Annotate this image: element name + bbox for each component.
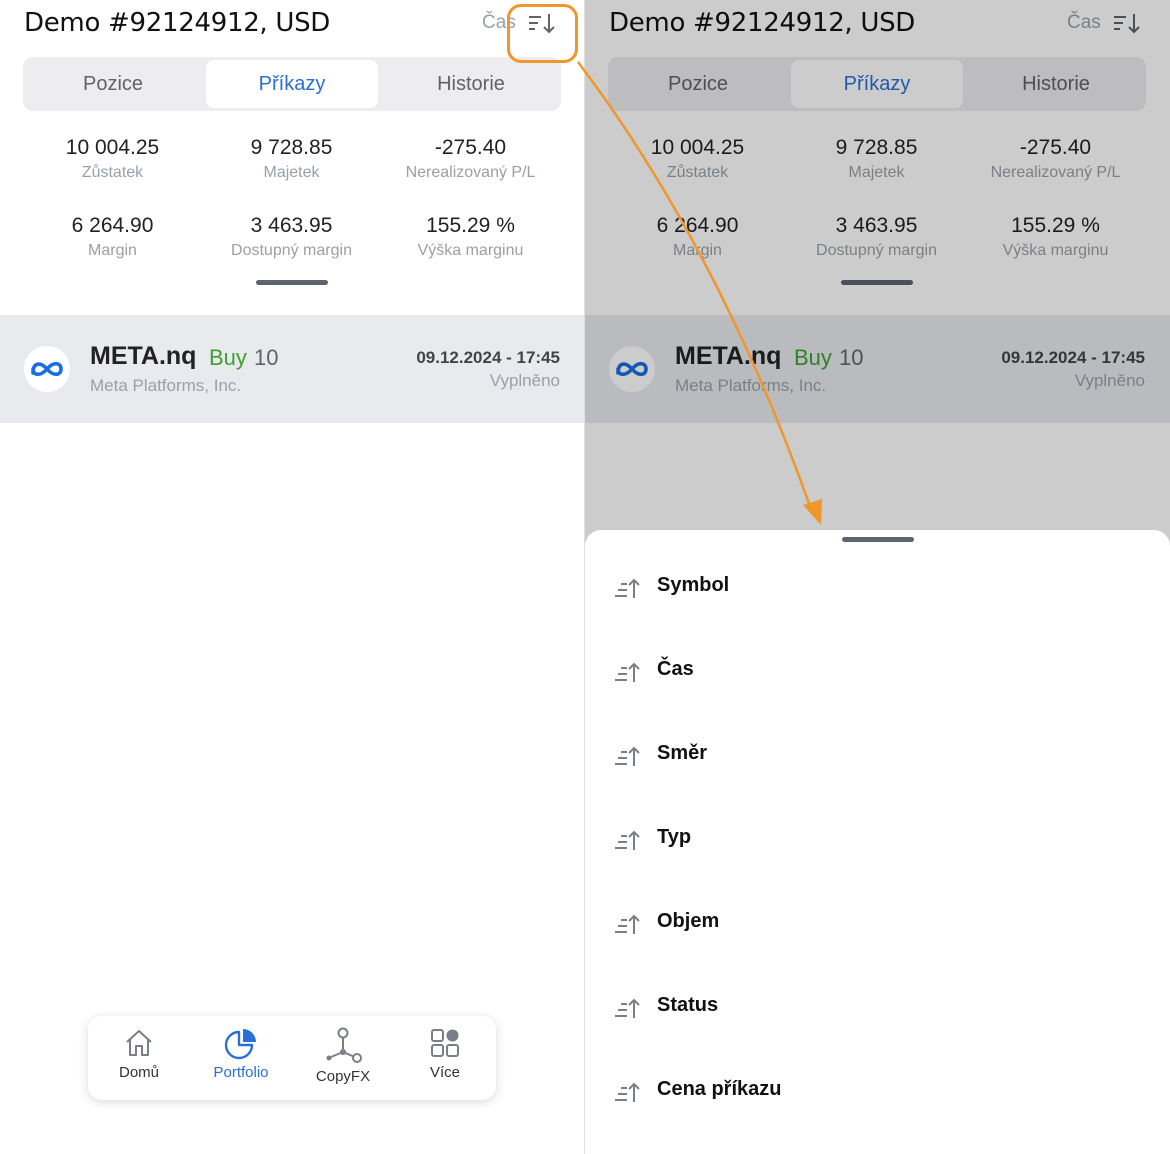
segmented-tabs: Pozice Příkazy Historie [23, 57, 561, 111]
sort-ascending-icon [615, 578, 640, 598]
sort-option-type[interactable]: Typ [585, 810, 1170, 870]
order-direction: Buy [209, 345, 247, 370]
nav-copyfx[interactable]: CopyFX [292, 1026, 394, 1090]
sort-option-label: Cena příkazu [657, 1078, 782, 1100]
nav-portfolio[interactable]: Portfolio [190, 1026, 292, 1090]
grid-icon [431, 1029, 459, 1057]
nav-label: Portfolio [213, 1064, 269, 1081]
stat-value: 10 004.25 [65, 136, 160, 159]
stat-margin-level: 155.29 % Výška marginu [381, 214, 560, 260]
order-status: Vyplněno [489, 371, 560, 390]
account-title: Demo #92124912, USD [24, 8, 331, 38]
sort-option-label: Objem [657, 910, 720, 932]
sort-option-label: Symbol [657, 574, 730, 596]
order-company: Meta Platforms, Inc. [90, 376, 242, 395]
tab-pozice[interactable]: Pozice [27, 60, 199, 108]
bottom-navigation: Domů Portfolio CopyFX Více [88, 1016, 496, 1100]
stat-equity: 9 728.85 Majetek [202, 136, 381, 182]
sort-option-label: Status [657, 994, 719, 1016]
sort-option-time[interactable]: Čas [585, 642, 1170, 702]
right-screen: Demo #92124912, USD Čas Pozice Příkazy H… [585, 0, 1170, 1154]
order-volume: 10 [254, 345, 279, 370]
order-row[interactable]: META.nq Buy 10 Meta Platforms, Inc. 09.1… [0, 315, 585, 423]
nav-home[interactable]: Domů [88, 1026, 190, 1090]
stat-value: 155.29 % [426, 214, 515, 237]
sort-ascending-icon [615, 1082, 640, 1102]
home-icon [126, 1030, 152, 1056]
sort-option-direction[interactable]: Směr [585, 726, 1170, 786]
sort-ascending-icon [615, 998, 640, 1018]
nav-label: Více [429, 1064, 460, 1081]
sort-option-label: Typ [657, 826, 692, 848]
stat-margin: 6 264.90 Margin [23, 214, 202, 260]
stat-label: Majetek [263, 164, 320, 181]
sort-option-status[interactable]: Status [585, 978, 1170, 1038]
stat-label: Výška marginu [417, 242, 524, 259]
stat-label: Dostupný margin [231, 242, 352, 259]
sheet-drag-handle[interactable] [842, 537, 914, 542]
stat-value: -275.40 [434, 136, 507, 159]
sort-option-label: Čas [657, 658, 694, 680]
left-screen: Demo #92124912, USD Čas Pozice Příkazy H… [0, 0, 585, 1154]
network-icon [326, 1027, 362, 1063]
sort-option-volume[interactable]: Objem [585, 894, 1170, 954]
stat-unrealized-pl: -275.40 Nerealizovaný P/L [381, 136, 560, 182]
order-datetime: 09.12.2024 - 17:45 [416, 348, 560, 367]
sort-option-symbol[interactable]: Symbol [585, 558, 1170, 618]
pie-chart-icon [224, 1029, 256, 1060]
stat-label: Margin [88, 242, 137, 259]
stat-label: Zůstatek [81, 164, 144, 181]
nav-label: Domů [118, 1064, 159, 1081]
sort-button-highlight [507, 4, 578, 63]
sort-bottom-sheet: Symbol Čas Směr Typ Objem Status Cena př… [585, 530, 1170, 1154]
tab-prikazy[interactable]: Příkazy [206, 60, 378, 108]
nav-label: CopyFX [315, 1068, 371, 1085]
stat-value: 9 728.85 [250, 136, 333, 159]
stat-free-margin: 3 463.95 Dostupný margin [202, 214, 381, 260]
nav-more[interactable]: Více [394, 1026, 496, 1090]
sort-option-label: Směr [657, 742, 708, 764]
stat-balance: 10 004.25 Zůstatek [23, 136, 202, 182]
tab-historie[interactable]: Historie [385, 60, 557, 108]
meta-logo-icon [24, 346, 70, 392]
stats-collapse-handle[interactable] [256, 280, 328, 285]
sort-ascending-icon [615, 830, 640, 850]
stat-label: Nerealizovaný P/L [405, 164, 536, 181]
stat-value: 3 463.95 [250, 214, 333, 237]
sort-option-order-price[interactable]: Cena příkazu [585, 1062, 1170, 1122]
stat-value: 6 264.90 [71, 214, 154, 237]
app-header: Demo #92124912, USD Čas [0, 0, 585, 50]
sort-ascending-icon [615, 662, 640, 682]
sort-ascending-icon [615, 746, 640, 766]
order-symbol: META.nq [90, 342, 197, 370]
sort-ascending-icon [615, 914, 640, 934]
